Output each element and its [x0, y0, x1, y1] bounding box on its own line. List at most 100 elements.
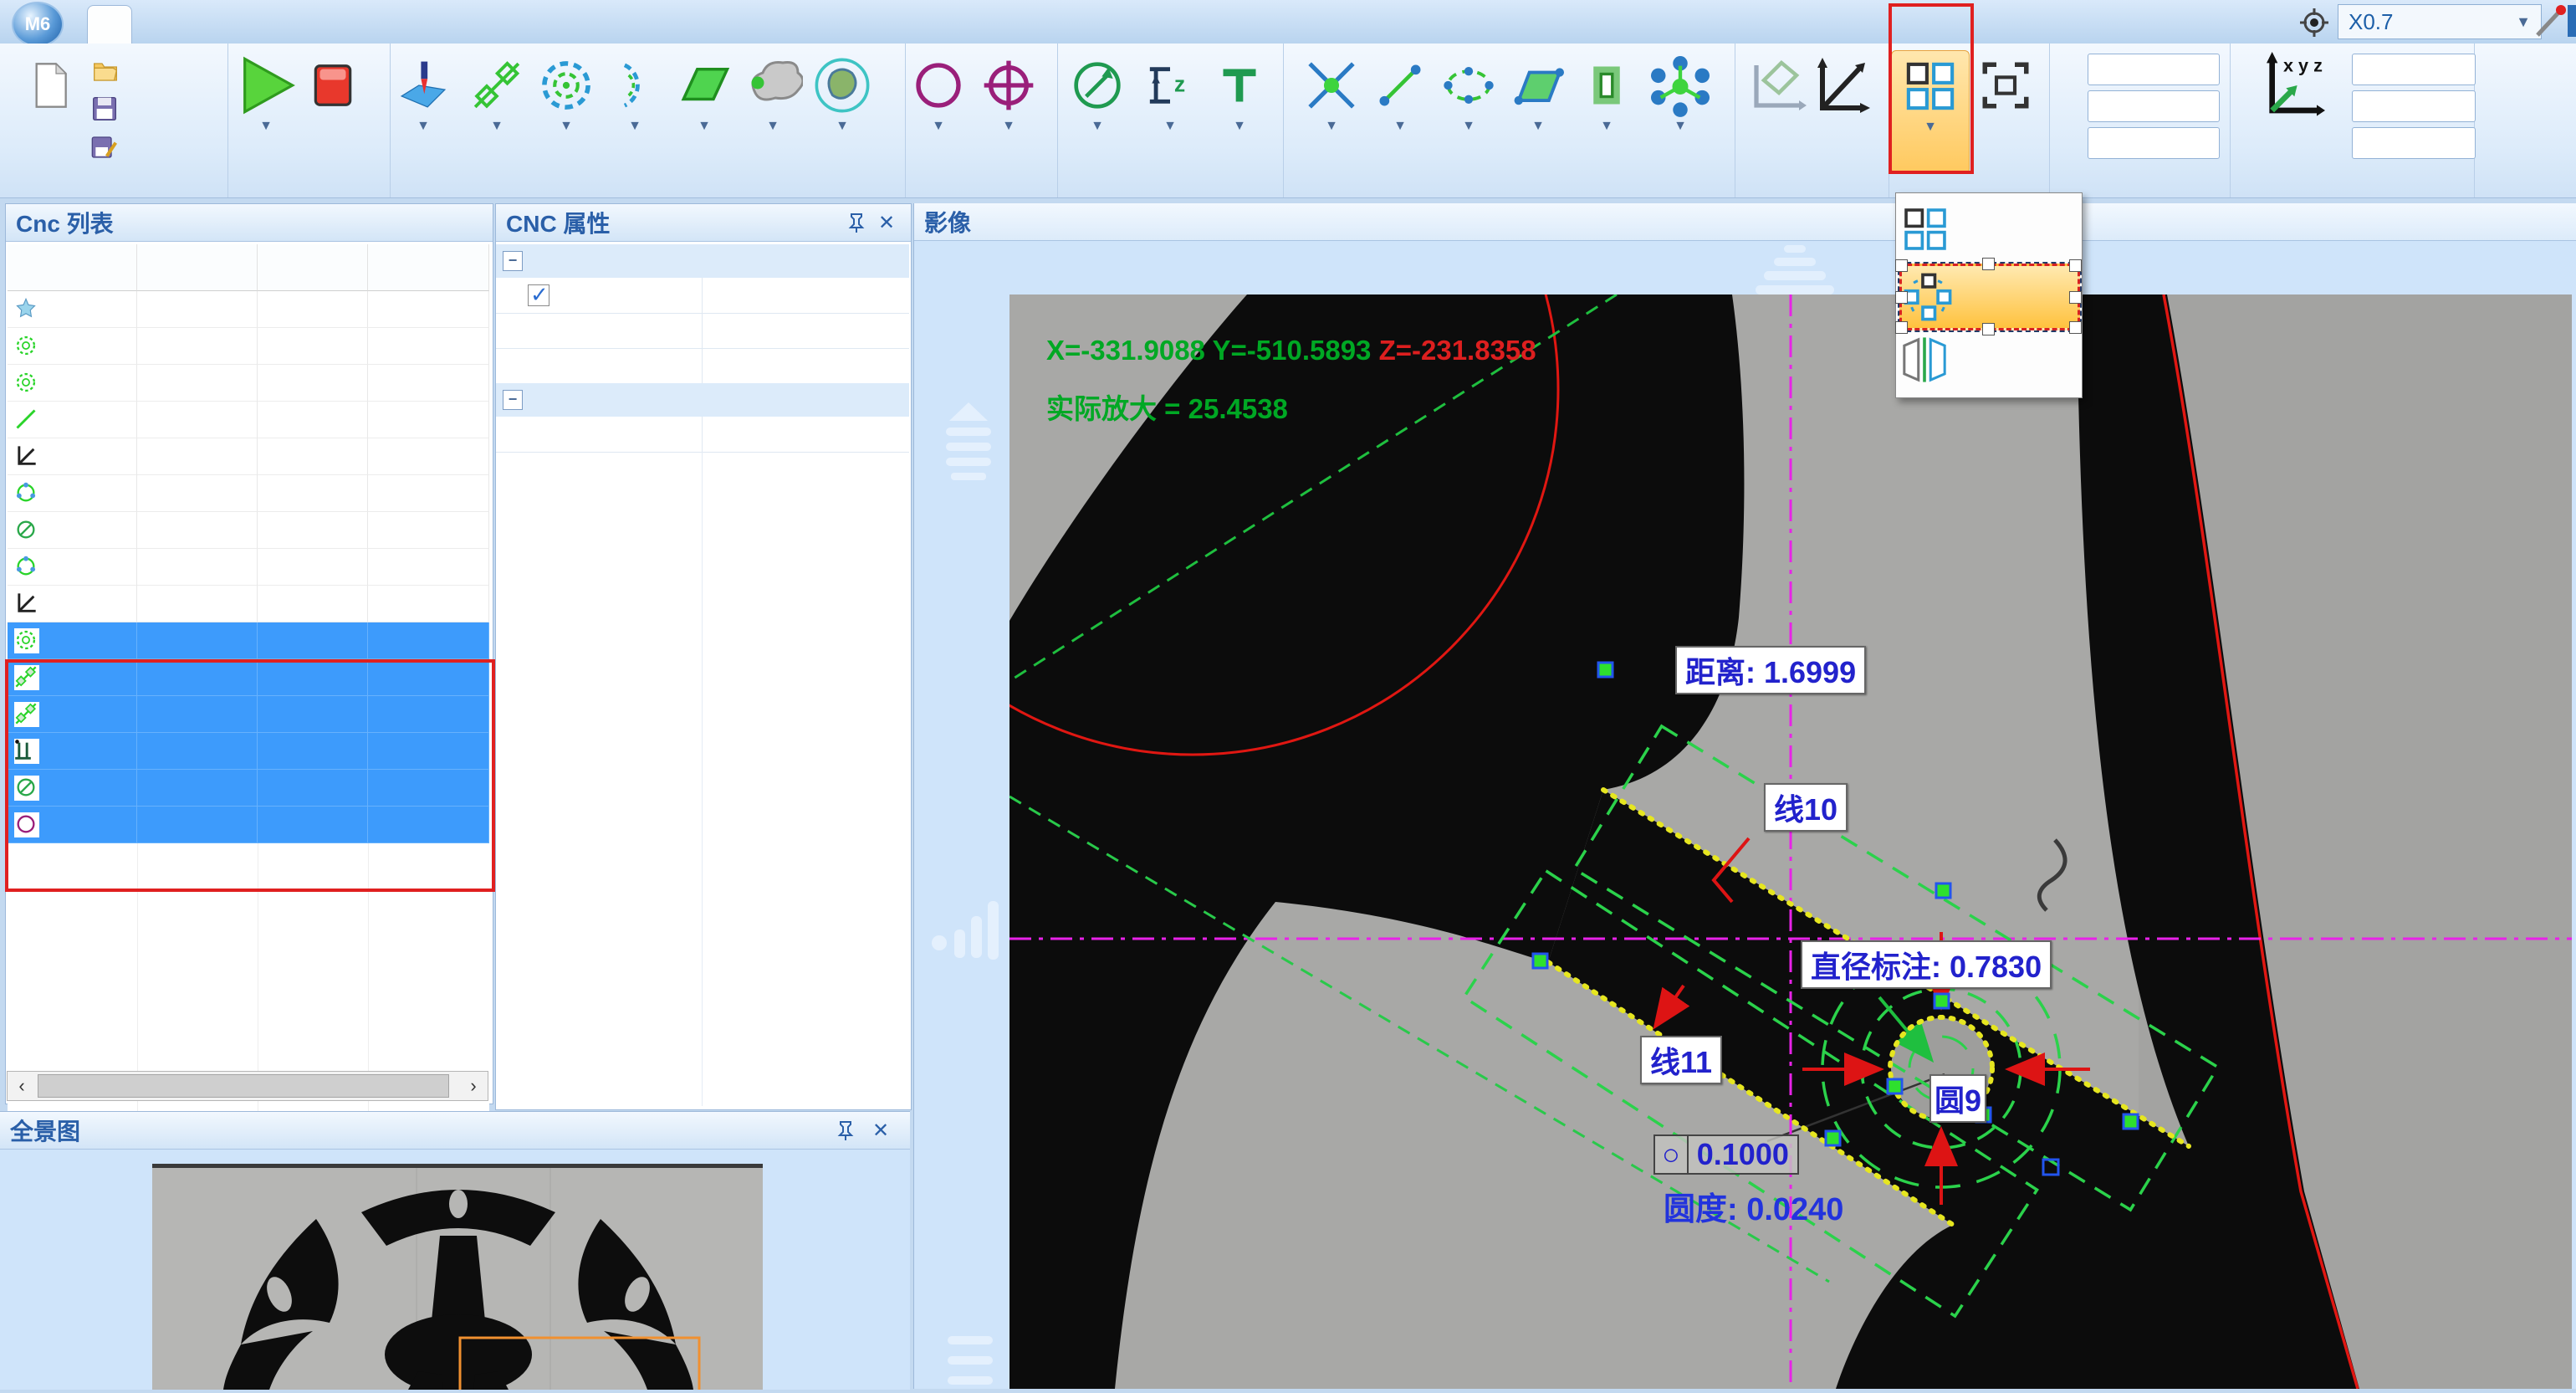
menu-item-镜像[interactable]	[1899, 329, 2075, 391]
标注-工具-button[interactable]: ▼	[1201, 50, 1278, 172]
要素-线-button[interactable]: ▼	[458, 50, 535, 172]
坐标系-坐标-button[interactable]	[1802, 50, 1878, 172]
property-value[interactable]	[702, 417, 917, 452]
light-level-icon[interactable]	[931, 896, 1003, 965]
构造-面-button[interactable]: ▼	[1500, 50, 1577, 172]
构造-圆-button[interactable]: ▼	[1430, 50, 1507, 172]
star-icon	[14, 297, 39, 322]
tool-对焦-button[interactable]	[1967, 50, 2044, 172]
property-section-ID & Coord[interactable]: −	[496, 244, 909, 278]
构造-线-button[interactable]: ▼	[1362, 50, 1439, 172]
layer-list-icon[interactable]	[939, 401, 998, 481]
程序-运行-button[interactable]: ▼	[227, 50, 304, 172]
menu-bars-icon[interactable]	[944, 1334, 998, 1388]
ribbon-group-形位公差: ▼▼	[905, 44, 1058, 197]
coordinate-value	[2352, 54, 2476, 85]
cell-coord	[258, 365, 368, 402]
circle9-label: 圆9	[1929, 1074, 1986, 1123]
menu-tab-传感[interactable]	[891, 5, 934, 44]
panorama-image[interactable]	[152, 1164, 763, 1390]
property-row-名称[interactable]	[496, 278, 909, 314]
scrollbar-thumb[interactable]	[38, 1074, 449, 1098]
table-row[interactable]	[8, 365, 489, 402]
table-row[interactable]	[8, 328, 489, 365]
axes-icon	[14, 592, 39, 617]
window-menu-icon[interactable]	[2568, 5, 2576, 37]
close-icon[interactable]: ✕	[874, 211, 899, 234]
title-bar: M6 X0.7 ▼	[0, 0, 2576, 44]
scroll-left-icon[interactable]: ‹	[8, 1075, 36, 1097]
column-header-类型[interactable]	[137, 244, 258, 291]
ribbon-toolbar: ▼▼▼▼▼▼▼▼▼▼▼z▼▼▼▼▼▼▼▼▼x y z	[0, 44, 2576, 198]
menu-tab-高级[interactable]	[179, 5, 222, 44]
column-header-名称[interactable]	[8, 244, 137, 291]
menu-tab-流程控制[interactable]	[754, 5, 797, 44]
标注-距离-button[interactable]: z▼	[1132, 50, 1209, 172]
pin-icon[interactable]	[833, 1119, 858, 1142]
property-value[interactable]	[702, 313, 917, 348]
table-row[interactable]	[8, 438, 489, 475]
sector-circle-icon	[14, 555, 39, 580]
menu-item-矩形阵列[interactable]	[1899, 198, 2075, 260]
target-icon[interactable]	[2298, 7, 2330, 38]
要素-面-button[interactable]: ▼	[666, 50, 743, 172]
collapse-icon[interactable]: −	[503, 251, 523, 271]
table-row[interactable]	[8, 291, 489, 328]
形位公差-形状-button[interactable]: ▼	[900, 50, 977, 172]
property-value[interactable]	[702, 278, 917, 313]
table-row[interactable]	[8, 512, 489, 549]
打开-button[interactable]	[90, 52, 231, 89]
构造-构造-button[interactable]: ▼	[1642, 50, 1719, 172]
要素-点-button[interactable]: ▼	[385, 50, 462, 172]
close-icon[interactable]: ✕	[868, 1119, 893, 1142]
构造-点-button[interactable]: ▼	[1293, 50, 1370, 172]
table-row[interactable]	[8, 586, 489, 622]
property-value[interactable]	[702, 348, 917, 383]
要素-弧-button[interactable]: ▼	[596, 50, 673, 172]
menu-tab-视图[interactable]	[478, 5, 521, 44]
cnc-list-hscrollbar[interactable]: ‹ ›	[7, 1071, 488, 1101]
chevron-down-icon: ▼	[970, 120, 1047, 132]
construct-plane-icon	[1512, 52, 1564, 119]
open-folder-icon	[90, 57, 120, 84]
table-row[interactable]	[8, 549, 489, 586]
camera-image[interactable]: X=-331.9088 Y=-510.5893 Z=-231.8358 实际放大…	[1009, 294, 2572, 1389]
保存-button[interactable]	[90, 90, 231, 127]
table-row[interactable]	[8, 402, 489, 438]
machine-axis-Y	[2061, 90, 2220, 122]
menu-tab-硬件[interactable]	[271, 5, 314, 44]
stage-tower-icon[interactable]	[1751, 242, 1837, 295]
property-row-坐标[interactable]	[496, 313, 909, 349]
构造-槽-button[interactable]: ▼	[1568, 50, 1645, 172]
标注-尺寸-button[interactable]: ▼	[1059, 50, 1136, 172]
zoom-level-select[interactable]: X0.7 ▼	[2338, 4, 2542, 39]
table-row[interactable]	[8, 622, 489, 659]
property-row-锁定公差[interactable]	[496, 417, 909, 453]
要素-缺陷-button[interactable]: ▼	[804, 50, 881, 172]
property-section-其他[interactable]: −	[496, 383, 909, 417]
另存为-button[interactable]	[90, 129, 231, 166]
table-row[interactable]	[8, 475, 489, 512]
checkbox-checked-icon[interactable]	[528, 284, 549, 306]
pin-icon[interactable]	[844, 211, 869, 234]
menu-tab-报表[interactable]	[662, 5, 705, 44]
new-file-button[interactable]	[15, 50, 85, 172]
column-header-坐标[interactable]	[258, 244, 368, 291]
ribbon-group-要素: ▼▼▼▼▼▼▼	[390, 44, 906, 197]
menu-tab-常用[interactable]	[87, 5, 132, 44]
property-row-组号[interactable]	[496, 348, 909, 384]
menu-item-环形阵列[interactable]	[1899, 264, 2080, 330]
app-logo[interactable]: M6	[12, 2, 64, 47]
要素-圆-button[interactable]: ▼	[528, 50, 605, 172]
column-header-构造[interactable]	[368, 244, 489, 291]
程序-停止-button[interactable]	[294, 50, 371, 172]
circular-array-icon	[1902, 273, 1954, 321]
menu-tab-设置[interactable]	[570, 5, 613, 44]
要素-轮廓-button[interactable]: ▼	[734, 50, 811, 172]
scroll-right-icon[interactable]: ›	[459, 1075, 488, 1097]
形位公差-位置-button[interactable]: ▼	[970, 50, 1047, 172]
collapse-icon[interactable]: −	[503, 390, 523, 410]
menu-tab-工具箱[interactable]	[363, 5, 406, 44]
pen-icon[interactable]	[2531, 3, 2568, 40]
quick-locate-button[interactable]: x y z	[2243, 50, 2340, 172]
